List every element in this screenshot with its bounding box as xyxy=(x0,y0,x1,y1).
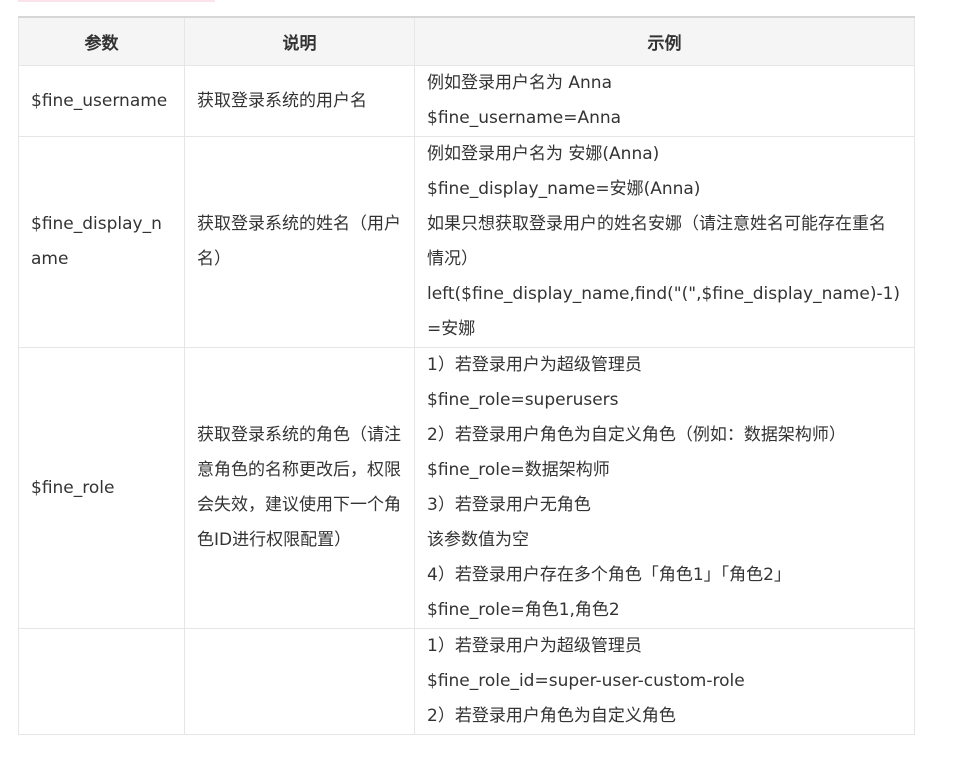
description-cell: 获取登录系统的用户名 xyxy=(184,65,415,137)
example-line: left($fine_display_name,find("(",$fine_d… xyxy=(427,284,901,339)
example-line: 2）若登录用户角色为自定义角色（例如：数据架构师） xyxy=(427,425,846,445)
param-cell: $fine_display_name xyxy=(18,136,185,348)
description-cell xyxy=(184,628,415,735)
example-line: 例如登录用户名为 安娜(Anna) xyxy=(427,144,660,164)
example-cell: 例如登录用户名为 Anna $fine_username=Anna xyxy=(414,65,915,137)
example-cell: 1）若登录用户为超级管理员 $fine_role_id=super-user-c… xyxy=(414,628,915,735)
example-line: $fine_role=superusers xyxy=(427,390,619,410)
example-line: 1）若登录用户为超级管理员 xyxy=(427,636,642,656)
header-description: 说明 xyxy=(184,16,415,66)
header-param: 参数 xyxy=(18,16,185,66)
example-line: $fine_role=数据架构师 xyxy=(427,460,610,480)
example-line: 1）若登录用户为超级管理员 xyxy=(427,355,642,375)
param-cell: $fine_username xyxy=(18,65,185,137)
example-line: 2）若登录用户角色为自定义角色 xyxy=(427,706,676,726)
param-cell: $fine_role xyxy=(18,347,185,629)
example-line: $fine_username=Anna xyxy=(427,108,622,128)
top-accent-bar xyxy=(18,0,215,2)
example-cell: 例如登录用户名为 安娜(Anna) $fine_display_name=安娜(… xyxy=(414,136,915,348)
param-cell xyxy=(18,628,185,735)
table-row: $fine_display_name 获取登录系统的姓名（用户名） 例如登录用户… xyxy=(18,136,915,348)
example-cell: 1）若登录用户为超级管理员 $fine_role=superusers 2）若登… xyxy=(414,347,915,629)
example-line: 该参数值为空 xyxy=(427,530,529,550)
example-line: $fine_role_id=super-user-custom-role xyxy=(427,671,745,691)
example-line: $fine_role=角色1,角色2 xyxy=(427,600,620,620)
header-example: 示例 xyxy=(414,16,915,66)
description-cell: 获取登录系统的姓名（用户名） xyxy=(184,136,415,348)
table-row: $fine_role 获取登录系统的角色（请注意角色的名称更改后，权限会失效，建… xyxy=(18,347,915,629)
table-header-row: 参数 说明 示例 xyxy=(18,16,915,66)
example-line: 4）若登录用户存在多个角色「角色1」「角色2」 xyxy=(427,565,791,585)
example-line: 3）若登录用户无角色 xyxy=(427,495,591,515)
description-cell: 获取登录系统的角色（请注意角色的名称更改后，权限会失效，建议使用下一个角色ID进… xyxy=(184,347,415,629)
example-line: $fine_display_name=安娜(Anna) xyxy=(427,179,701,199)
parameters-table: 参数 说明 示例 $fine_username 获取登录系统的用户名 例如登录用… xyxy=(18,16,915,735)
example-line: 例如登录用户名为 Anna xyxy=(427,73,612,93)
table-row: $fine_username 获取登录系统的用户名 例如登录用户名为 Anna … xyxy=(18,65,915,137)
example-line: 如果只想获取登录用户的姓名安娜（请注意姓名可能存在重名情况） xyxy=(427,214,886,269)
table-row: 1）若登录用户为超级管理员 $fine_role_id=super-user-c… xyxy=(18,628,915,735)
